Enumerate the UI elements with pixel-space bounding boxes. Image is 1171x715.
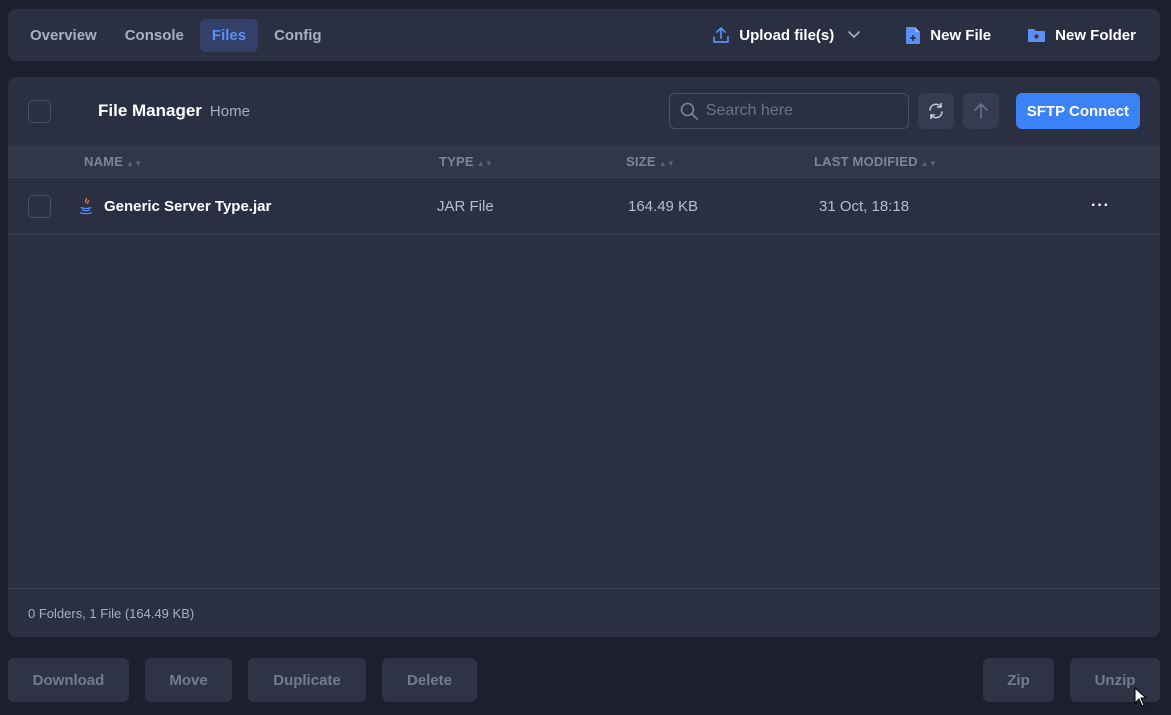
java-icon [79, 197, 93, 215]
file-summary: 0 Folders, 1 File (164.49 KB) [8, 588, 1160, 637]
page-title: File Manager [98, 101, 202, 120]
column-size[interactable]: SIZE ▲▼ [626, 154, 675, 169]
file-name: Generic Server Type.jar [104, 197, 272, 215]
upload-icon [713, 27, 730, 43]
search-box [668, 93, 909, 129]
folder-plus-icon [1028, 29, 1046, 42]
download-button[interactable]: Download [8, 658, 129, 702]
file-plus-icon [906, 26, 921, 44]
new-file-label: New File [930, 26, 992, 44]
move-button[interactable]: Move [145, 658, 232, 702]
chevron-down-icon[interactable] [848, 31, 861, 39]
row-checkbox[interactable] [28, 195, 51, 218]
tab-console[interactable]: Console [113, 19, 196, 52]
upload-files-label: Upload file(s) [739, 26, 835, 44]
column-name[interactable]: NAME ▲▼ [84, 154, 142, 169]
column-last-modified[interactable]: LAST MODIFIED ▲▼ [814, 154, 937, 169]
breadcrumb-home[interactable]: Home [210, 103, 250, 120]
tab-config[interactable]: Config [262, 19, 333, 52]
file-modified-cell: 31 Oct, 18:18 [819, 197, 910, 215]
file-manager-panel: File Manager Home Search here SFTP Conne… [8, 77, 1160, 637]
file-size-cell: 164.49 KB [628, 197, 699, 215]
parent-directory-button[interactable] [962, 93, 999, 129]
more-options-icon[interactable]: ··· [1091, 197, 1110, 215]
select-all-checkbox[interactable] [28, 99, 51, 123]
top-actions: Upload file(s) New File New Folder [676, 26, 1150, 45]
new-folder-label: New Folder [1055, 26, 1136, 44]
duplicate-button[interactable]: Duplicate [248, 658, 366, 702]
new-file-button[interactable]: New File [905, 26, 991, 45]
tab-files[interactable]: Files [199, 18, 259, 52]
page: Overview Console Files Config Upload fil… [0, 0, 1171, 715]
table-header: NAME ▲▼ TYPE ▲▼ SIZE ▲▼ LAST MODIFIED ▲▼ [8, 145, 1160, 178]
zip-button[interactable]: Zip [983, 658, 1054, 702]
top-nav-bar: Overview Console Files Config Upload fil… [8, 9, 1160, 61]
upload-files-button[interactable]: Upload file(s) [712, 26, 869, 44]
refresh-icon [928, 102, 943, 120]
file-type-cell: JAR File [437, 197, 494, 215]
mouse-cursor-icon [1134, 687, 1147, 707]
new-folder-button[interactable]: New Folder [1027, 27, 1136, 44]
search-icon [680, 102, 698, 120]
table-row[interactable]: Generic Server Type.jar JAR File 164.49 … [8, 178, 1160, 235]
header-controls: SFTP Connect [668, 93, 1140, 129]
arrow-up-icon [973, 103, 988, 119]
refresh-button[interactable] [917, 93, 954, 129]
column-type[interactable]: TYPE ▲▼ [439, 154, 493, 169]
search-input[interactable] [705, 102, 896, 120]
delete-button[interactable]: Delete [382, 658, 477, 702]
tab-overview[interactable]: Overview [18, 19, 109, 52]
sftp-connect-button[interactable]: SFTP Connect [1015, 93, 1140, 129]
file-manager-header: File Manager Home Search here SFTP Conne… [8, 77, 1160, 145]
file-name-cell[interactable]: Generic Server Type.jar [78, 197, 271, 215]
